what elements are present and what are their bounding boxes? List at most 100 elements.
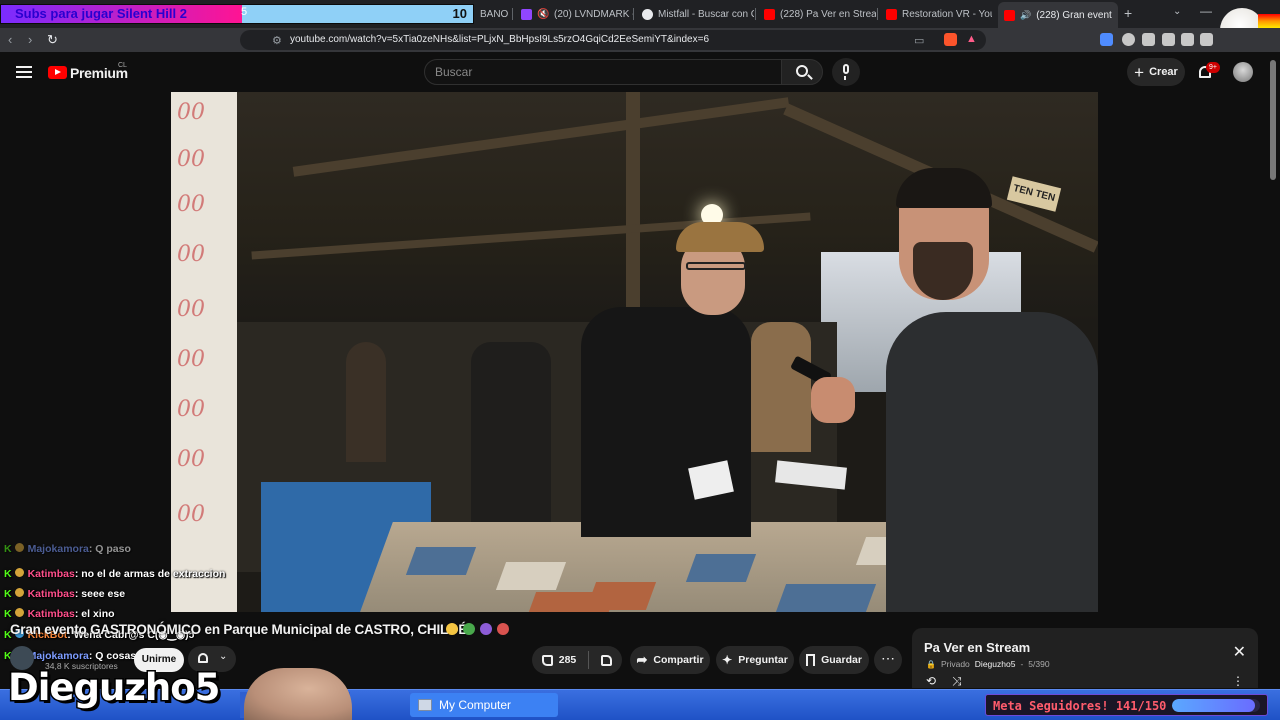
video-scene-person-right — [886, 312, 1098, 612]
playlist-position: 5/390 — [1028, 659, 1050, 669]
kick-badge-icon: K — [4, 568, 12, 580]
playlist-meta: 🔒 Privado Dieguzho5 - 5/390 — [926, 659, 1050, 669]
cast-icon[interactable]: ▭ — [914, 34, 924, 47]
browser-toolbar: ‹ › ↻ ☐ ⚙ youtube.com/watch?v=5xTia0zeNH… — [0, 28, 1280, 52]
tab-separator — [755, 8, 756, 20]
site-info-icon[interactable]: ⚙ — [272, 34, 282, 47]
shuffle-icon[interactable]: ⤨ — [952, 674, 962, 689]
brave-shield-icon[interactable] — [944, 33, 957, 46]
screen: Subs para jugar Silent Hill 2 5 10 BANO … — [0, 0, 1280, 720]
search-icon — [796, 65, 808, 77]
back-arrow-icon[interactable]: ‹ — [8, 32, 12, 47]
close-playlist-icon[interactable]: ✕ — [1233, 642, 1246, 662]
tab-restoration-vr[interactable]: Restoration VR - YouTub — [880, 4, 992, 24]
chat-badge-icon — [14, 588, 24, 597]
board-mark: 00 — [177, 147, 205, 172]
tab-label: Mistfall - Buscar con Goo — [658, 8, 754, 20]
menu-icon[interactable] — [16, 66, 32, 78]
forward-arrow-icon[interactable]: › — [28, 32, 32, 47]
video-scene-tile — [525, 592, 617, 612]
search-input[interactable] — [424, 59, 782, 85]
tab-bano[interactable]: BANO — [474, 4, 520, 24]
search-button[interactable] — [781, 59, 823, 85]
tab-lvndmark[interactable]: 🔇 (20) LVNDMARK - Tw — [515, 4, 633, 24]
like-dislike-group: 285 — [532, 646, 622, 674]
minimize-icon[interactable]: — — [1200, 4, 1212, 18]
board-mark: 00 — [177, 297, 205, 322]
puzzle-extensions-icon[interactable] — [1142, 33, 1155, 46]
board-mark: 00 — [177, 192, 205, 217]
taskbar-item-label: My Computer — [439, 698, 512, 712]
sidebar-icon[interactable] — [1181, 33, 1194, 46]
video-player[interactable]: TEN TEN 00 00 00 00 00 00 00 00 00 — [171, 92, 1098, 612]
save-icon — [806, 654, 816, 666]
tab-label: Restoration VR - YouTub — [902, 8, 992, 20]
voice-search-button[interactable] — [832, 58, 860, 86]
create-label: Crear — [1149, 66, 1178, 78]
chat-username: Majokamora — [27, 543, 89, 555]
tab-label: (20) LVNDMARK - Tw — [554, 8, 633, 20]
playlist-title[interactable]: Pa Ver en Stream — [924, 640, 1030, 655]
youtube-header: Premium CL + Crear 9+ — [0, 52, 1280, 92]
video-scene-tile — [405, 547, 477, 575]
chat-text: : seee ese — [74, 588, 126, 600]
like-icon[interactable] — [541, 654, 553, 666]
follower-goal-text: Meta Seguidores! 141/150 — [993, 699, 1167, 713]
playlist-owner[interactable]: Dieguzho5 — [975, 659, 1016, 669]
chat-badge-icon — [14, 608, 24, 617]
playlist-more-icon[interactable]: ⋮ — [1232, 674, 1244, 688]
chat-badge-icon — [14, 543, 24, 552]
video-scene-beam — [292, 97, 790, 177]
dislike-icon[interactable] — [601, 654, 613, 666]
sun-emoji-icon — [446, 623, 458, 635]
brave-rewards-icon[interactable]: ▲ — [966, 33, 979, 46]
tab-gran-evento[interactable]: 🔊 (228) Gran event ✕ — [998, 2, 1118, 28]
music-icon[interactable] — [1162, 33, 1175, 46]
chat-badge-icon — [14, 568, 24, 577]
browser-tab-strip: Subs para jugar Silent Hill 2 5 10 BANO … — [0, 0, 1280, 28]
chat-username: Katimbas — [27, 608, 75, 620]
video-title: Gran evento GASTRONÓMICO en Parque Munic… — [10, 622, 468, 637]
extension-icon[interactable] — [1122, 33, 1135, 46]
video-scene-tile — [685, 554, 757, 582]
video-scene-price-board: 00 00 00 00 00 00 00 00 00 — [171, 92, 237, 612]
youtube-icon — [1004, 9, 1015, 21]
youtube-icon — [886, 8, 897, 20]
share-button[interactable]: ➦ Compartir — [630, 646, 710, 674]
board-mark: 00 — [177, 242, 205, 267]
wallet-icon[interactable] — [1200, 33, 1213, 46]
chat-message: K Katimbas: no el de armas de extraccion — [4, 568, 225, 580]
loop-icon[interactable]: ⟲ — [926, 674, 936, 688]
follower-goal-bar — [1172, 699, 1260, 712]
clover-emoji-icon — [463, 623, 475, 635]
tab-label: BANO — [480, 8, 509, 20]
account-avatar[interactable] — [1233, 62, 1253, 82]
taskbar-my-computer[interactable]: My Computer — [410, 693, 558, 717]
video-scene-person-left — [581, 307, 751, 537]
chat-message: K Katimbas: seee ese — [4, 588, 125, 600]
extension-icon[interactable] — [1100, 33, 1113, 46]
url-text[interactable]: youtube.com/watch?v=5xTia0zeNHs&list=PLj… — [290, 34, 709, 45]
video-scene-background-person — [471, 342, 551, 532]
subs-goal-text: Subs para jugar Silent Hill 2 — [15, 6, 187, 21]
like-count[interactable]: 285 — [559, 654, 577, 666]
tab-pa-ver-en-stream[interactable]: (228) Pa Ver en Stream - — [758, 4, 876, 24]
video-scene-beam — [626, 92, 640, 332]
chat-username: Katimbas — [27, 568, 75, 580]
reload-icon[interactable]: ↻ — [47, 32, 58, 48]
tab-separator — [633, 8, 634, 20]
page-scrollbar[interactable] — [1270, 60, 1276, 180]
ask-button[interactable]: ✦ Preguntar — [716, 646, 794, 674]
youtube-logo-icon[interactable] — [48, 66, 67, 79]
tab-mistfall-search[interactable]: Mistfall - Buscar con Goo — [636, 4, 754, 24]
create-button[interactable]: + Crear — [1127, 58, 1185, 86]
kick-badge-icon: K — [4, 543, 12, 555]
more-actions-button[interactable]: ⋯ — [874, 646, 902, 674]
address-bar[interactable]: ⚙ youtube.com/watch?v=5xTia0zeNHs&list=P… — [240, 30, 986, 50]
tab-search-chevron-icon[interactable]: ⌄ — [1173, 6, 1181, 17]
chat-username: Katimbas — [27, 588, 75, 600]
save-button[interactable]: Guardar — [799, 646, 869, 674]
new-tab-button[interactable]: + — [1124, 5, 1132, 21]
subs-goal-overlay: Subs para jugar Silent Hill 2 5 10 — [0, 4, 474, 24]
chat-message: K Majokamora: Q paso — [4, 543, 131, 555]
